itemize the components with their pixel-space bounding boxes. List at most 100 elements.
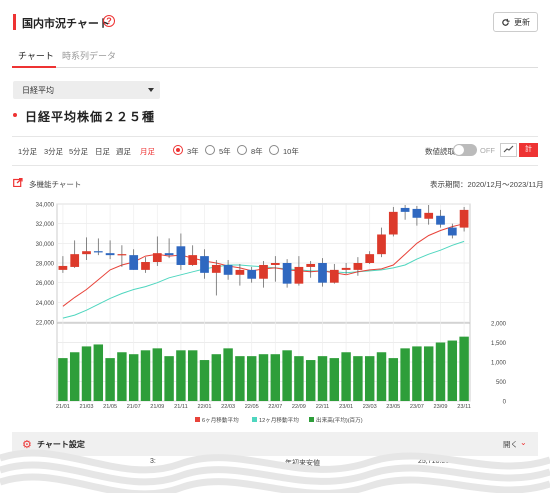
volume-bar <box>128 354 139 401</box>
candle-body <box>365 254 375 263</box>
interval-monthly[interactable]: 月足 <box>140 146 155 157</box>
volume-bar <box>376 352 387 401</box>
value-display-label: 数値読取 <box>425 147 455 156</box>
candle-body <box>282 263 292 284</box>
candle-body <box>270 263 280 265</box>
candle-body <box>436 215 445 225</box>
range-10y-radio[interactable] <box>269 145 279 155</box>
volume-bar <box>140 350 151 401</box>
candle-body <box>424 212 434 219</box>
candle-chart-button[interactable]: 計 <box>519 143 538 157</box>
interval-weekly[interactable]: 週足 <box>116 146 131 157</box>
candle-body <box>235 269 245 275</box>
candle-body <box>247 269 257 279</box>
volume-tick-label: 1,000 <box>491 361 507 367</box>
range-8y-radio[interactable] <box>237 145 247 155</box>
volume-bar <box>412 346 422 401</box>
volume-bar <box>353 356 363 401</box>
line-chart-icon <box>503 145 514 153</box>
candle-body <box>447 227 457 236</box>
range-5y-radio[interactable] <box>205 145 215 155</box>
line-chart-button[interactable] <box>500 143 517 157</box>
price-tick-label: 34,000 <box>36 203 55 209</box>
volume-bar <box>235 356 245 401</box>
candle-body <box>152 253 162 263</box>
candle-body <box>129 255 139 270</box>
range-5y-label: 5年 <box>219 147 231 156</box>
help-icon[interactable]: ? <box>103 15 115 27</box>
x-tick-label: 21/03 <box>80 404 94 410</box>
candle-body <box>377 234 386 255</box>
volume-tick-label: 1,500 <box>491 341 507 347</box>
candle-body <box>459 209 469 228</box>
volume-bar <box>364 356 375 401</box>
tab-divider <box>12 67 538 68</box>
refresh-button[interactable]: 更新 <box>493 12 538 32</box>
x-tick-label: 21/09 <box>150 404 164 410</box>
multi-chart-link[interactable]: 多機能チャート <box>29 179 81 190</box>
candle-body <box>188 255 198 265</box>
index-name: 日経平均株価２２５種 <box>25 110 156 124</box>
volume-tick-label: 500 <box>496 380 507 386</box>
volume-tick-label: 2,000 <box>491 322 507 328</box>
legend-swatch <box>309 417 314 422</box>
candle-body <box>70 254 80 267</box>
price-tick-label: 24,000 <box>36 301 55 307</box>
candle-body <box>341 267 351 270</box>
price-tick-label: 30,000 <box>36 242 55 248</box>
range-3y-radio[interactable] <box>173 145 183 155</box>
volume-tick-label: 0 <box>503 400 507 406</box>
interval-1min[interactable]: 1分足 <box>18 146 37 157</box>
x-tick-label: 22/07 <box>268 404 282 410</box>
x-tick-label: 21/11 <box>174 404 188 410</box>
volume-bar <box>294 356 304 401</box>
toggle-state: OFF <box>480 146 495 155</box>
interval-3min[interactable]: 3分足 <box>44 146 63 157</box>
x-tick-label: 23/09 <box>434 404 448 410</box>
x-tick-label: 23/05 <box>386 404 400 410</box>
x-tick-label: 22/09 <box>292 404 306 410</box>
interval-daily[interactable]: 日足 <box>95 146 110 157</box>
legend-label: 6ヶ月移動平均 <box>202 416 239 424</box>
interval-5min[interactable]: 5分足 <box>69 146 88 157</box>
candle-body <box>211 264 221 273</box>
x-tick-label: 22/03 <box>221 404 235 410</box>
x-tick-label: 22/05 <box>245 404 259 410</box>
candle-body <box>58 265 68 270</box>
volume-bar <box>459 336 469 401</box>
price-tick-label: 32,000 <box>36 222 55 228</box>
candle-body <box>412 208 422 218</box>
refresh-icon <box>502 18 510 26</box>
candle-body <box>353 263 363 270</box>
torn-edge-decoration <box>0 449 550 493</box>
volume-bar <box>81 346 92 401</box>
x-tick-label: 23/01 <box>339 404 353 410</box>
tab-timeseries[interactable]: 時系列データ <box>62 49 116 62</box>
volume-bar <box>388 358 399 401</box>
index-select[interactable]: 日経平均 <box>13 81 160 99</box>
volume-bar <box>423 346 434 401</box>
volume-bar <box>341 352 351 401</box>
volume-bar <box>258 354 269 401</box>
candle-body <box>259 264 268 279</box>
candle-body <box>223 264 233 275</box>
volume-bar <box>58 358 68 401</box>
volume-bar <box>447 340 458 401</box>
price-tick-label: 26,000 <box>36 281 55 287</box>
value-display-toggle[interactable] <box>453 144 477 156</box>
tab-active-indicator <box>12 66 56 68</box>
x-tick-label: 23/03 <box>363 404 377 410</box>
x-tick-label: 21/05 <box>103 404 117 410</box>
volume-bar <box>270 354 281 401</box>
stock-chart: 34,000 32,000 30,000 28,000 26,000 24,000 22,0… <box>36 203 507 425</box>
candle-body <box>82 251 91 255</box>
volume-bar <box>317 356 328 401</box>
candle-body <box>93 251 103 253</box>
candle-body <box>400 207 410 212</box>
candle-body <box>105 253 115 256</box>
candle-body <box>176 246 186 265</box>
range-8y-label: 8年 <box>251 147 263 156</box>
external-link-icon <box>13 178 23 187</box>
volume-bar <box>211 354 222 401</box>
tab-chart[interactable]: チャート <box>18 49 54 62</box>
